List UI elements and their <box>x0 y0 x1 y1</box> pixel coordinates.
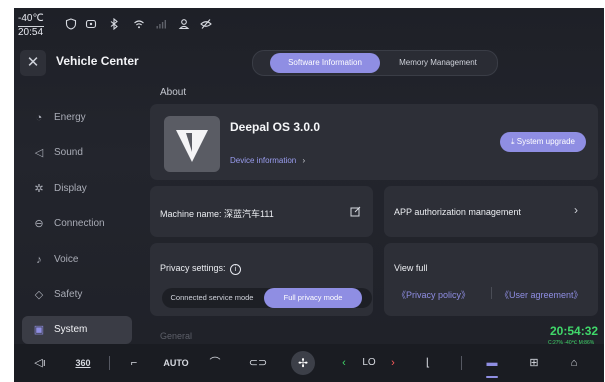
status-time: 20:54 <box>18 27 44 38</box>
app-authorization-label: APP authorization management <box>394 207 521 217</box>
seat-icon: ⌊ <box>425 357 431 369</box>
tab-software-information[interactable]: Software Information <box>270 53 380 73</box>
sidebar-item-label: Connection <box>54 218 105 229</box>
eye-off-icon <box>199 18 213 32</box>
wifi-icon <box>132 18 146 32</box>
home-icon: ⌂ <box>570 357 578 369</box>
speaker-icon: ◁ı <box>34 357 46 369</box>
sidebar-item-label: Energy <box>54 112 86 123</box>
dock-divider <box>109 356 110 370</box>
apps-icon: ⊞ <box>529 357 539 369</box>
defrost-button[interactable]: ⌒ <box>204 354 226 372</box>
car-vent-icon: ⊂⊃ <box>248 357 268 369</box>
system-icon: ▣ <box>33 324 45 336</box>
seat-heat-icon: ⌐ <box>130 357 138 369</box>
tab-memory-management[interactable]: Memory Management <box>383 53 493 73</box>
seat-button[interactable]: ⌊ <box>418 354 438 372</box>
deepal-logo <box>164 116 220 172</box>
sidebar-item-label: Sound <box>54 147 83 158</box>
dock-divider <box>461 356 462 370</box>
privacy-settings-label: Privacy settings: <box>160 263 226 273</box>
close-button[interactable]: ✕ <box>20 50 46 76</box>
sidebar-item-voice[interactable]: ♪ Voice <box>22 246 132 274</box>
air-circulation-button[interactable]: ⊂⊃ <box>246 354 270 372</box>
chevron-right-icon: › <box>391 357 395 369</box>
sidebar-item-label: Display <box>54 183 87 194</box>
download-icon: ⤓ <box>510 137 515 146</box>
general-section-title: General <box>160 331 193 341</box>
chevron-right-icon: › <box>574 203 578 217</box>
system-upgrade-label: System upgrade <box>516 137 576 146</box>
speaker-icon: ◁ <box>34 147 44 159</box>
sidebar-item-label: Safety <box>54 289 83 300</box>
volume-button[interactable]: ◁ı <box>30 354 50 372</box>
vehicle-center-screen: -40℃ 20:54 ✕ Vehicle Center Software Inf… <box>14 8 604 382</box>
climate-auto-button[interactable]: AUTO <box>162 354 190 372</box>
seat-heat-button[interactable]: ⌐ <box>124 354 144 372</box>
user-icon <box>177 18 191 32</box>
brightness-icon: ✲ <box>34 183 44 195</box>
link-icon: ⊖ <box>34 218 44 230</box>
link-divider <box>491 287 492 299</box>
mic-icon: ♪ <box>36 254 42 266</box>
record-icon <box>84 18 98 32</box>
active-indicator <box>486 376 498 378</box>
chevron-left-icon: ‹ <box>342 357 346 369</box>
shield-icon: ◇ <box>34 289 44 301</box>
view-full-card <box>384 243 598 316</box>
energy-icon: ◔ <box>35 112 43 124</box>
defrost-icon: ⌒ <box>209 357 221 369</box>
outside-temperature: -40℃ <box>18 13 44 27</box>
temperature-time-widget: -40℃ 20:54 <box>18 13 56 39</box>
view-full-label: View full <box>394 263 428 273</box>
sidebar-item-display[interactable]: ✲ Display <box>22 175 132 203</box>
home-button[interactable]: ⌂ <box>564 354 584 372</box>
sidebar-item-energy[interactable]: ◔ Energy <box>22 104 132 132</box>
sidebar-item-connection[interactable]: ⊖ Connection <box>22 210 132 238</box>
privacy-mode-toggle: Connected service mode Full privacy mode <box>162 288 372 308</box>
device-information-label: Device information <box>230 156 297 165</box>
vehicle-button[interactable]: ▬ <box>480 354 504 372</box>
close-icon: ✕ <box>26 54 40 71</box>
sidebar-item-label: Voice <box>54 254 79 265</box>
shield-icon <box>64 18 78 32</box>
sidebar-item-system[interactable]: ▣ System <box>22 316 132 344</box>
temp-decrease-button[interactable]: ‹ <box>337 354 351 372</box>
chevron-right-icon: › <box>302 156 306 165</box>
privacy-settings-heading: Privacy settings: i <box>160 263 242 275</box>
machine-name: Machine name: 深蓝汽车111 <box>160 209 274 219</box>
view-360-button[interactable]: 360 <box>70 354 96 372</box>
status-bar: -40℃ 20:54 <box>14 8 604 42</box>
temperature-setting: LO <box>362 357 376 368</box>
about-section-title: About <box>160 87 187 98</box>
fan-button[interactable]: ✢ <box>291 351 315 375</box>
device-information-link[interactable]: Device information › <box>230 156 305 165</box>
user-agreement-link[interactable]: 《User agreement》 <box>500 288 583 301</box>
signal-icon <box>154 18 168 32</box>
privacy-policy-link[interactable]: 《Privacy policy》 <box>397 288 470 301</box>
bluetooth-icon <box>107 17 121 32</box>
sidebar-item-sound[interactable]: ◁ Sound <box>22 139 132 167</box>
car-icon: ▬ <box>486 357 498 369</box>
full-privacy-mode-option[interactable]: Full privacy mode <box>264 288 362 308</box>
apps-button[interactable]: ⊞ <box>524 354 544 372</box>
tab-bar: Software Information Memory Management <box>252 50 498 76</box>
connected-service-mode-option[interactable]: Connected service mode <box>162 288 262 308</box>
sidebar-item-safety[interactable]: ◇ Safety <box>22 281 132 309</box>
page-title: Vehicle Center <box>56 54 139 68</box>
edit-icon[interactable] <box>350 204 361 222</box>
os-version: Deepal OS 3.0.0 <box>230 120 321 134</box>
info-icon[interactable]: i <box>230 264 242 275</box>
fan-icon: ✢ <box>297 356 309 370</box>
temp-increase-button[interactable]: › <box>386 354 400 372</box>
sidebar-item-label: System <box>54 324 88 335</box>
system-upgrade-button[interactable]: ⤓ System upgrade <box>500 132 586 152</box>
bottom-dock: ◁ı 360 ⌐ AUTO ⌒ ⊂⊃ ✢ ‹ LO › ⌊ ▬ ⊞ ⌂ <box>14 344 604 382</box>
clock-time: 20:54:32 <box>550 324 599 338</box>
